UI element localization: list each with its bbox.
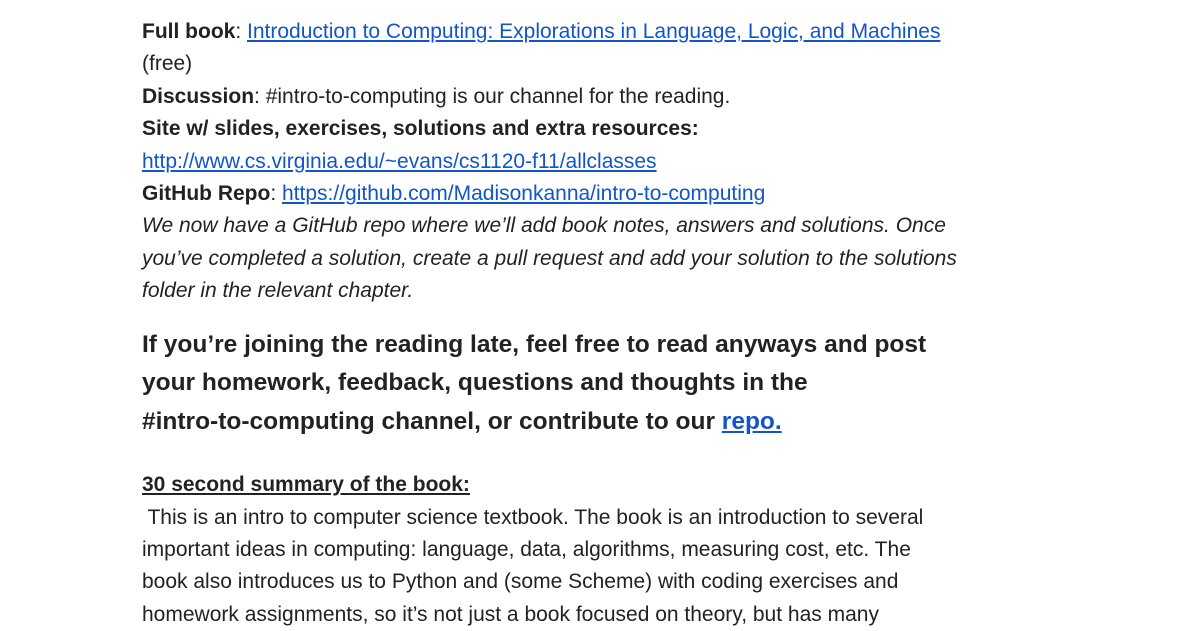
discussion-text: : #intro-to-computing is our channel for… <box>254 84 731 108</box>
github-note-line: folder in the relevant chapter. <box>142 279 414 303</box>
document-body: Full book: Introduction to Computing: Ex… <box>142 16 1082 631</box>
summary-line: important ideas in computing: language, … <box>142 537 911 561</box>
joining-line: #intro-to-computing channel, or contribu… <box>142 403 1082 442</box>
repo-link[interactable]: repo. <box>722 408 782 435</box>
site-link[interactable]: http://www.cs.virginia.edu/~evans/cs1120… <box>142 150 657 173</box>
full-book-link[interactable]: Introduction to Computing: Explorations … <box>247 20 940 43</box>
summary-line: This is an intro to computer science tex… <box>142 505 924 529</box>
joining-line: your homework, feedback, questions and t… <box>142 369 808 397</box>
github-note-line: We now have a GitHub repo where we’ll ad… <box>142 214 946 238</box>
free-note: (free) <box>142 52 193 76</box>
joining-line: If you’re joining the reading late, feel… <box>142 330 927 358</box>
full-book-line: Full book: Introduction to Computing: Ex… <box>142 20 941 43</box>
joining-last-text: #intro-to-computing channel, or contribu… <box>142 407 722 435</box>
full-book-label: Full book <box>142 20 236 43</box>
github-line: GitHub Repo: https://github.com/Madisonk… <box>142 182 766 206</box>
site-link-line: http://www.cs.virginia.edu/~evans/cs1120… <box>142 146 1082 178</box>
discussion-label: Discussion <box>142 84 255 108</box>
summary-heading: 30 second summary of the book: <box>142 473 470 497</box>
github-link[interactable]: https://github.com/Madisonkanna/intro-to… <box>282 182 765 205</box>
github-note-line: you’ve completed a solution, create a pu… <box>142 246 957 270</box>
github-label: GitHub Repo <box>142 182 271 206</box>
joining-paragraph: If you’re joining the reading late, feel… <box>142 326 1082 442</box>
summary-line: book also introduces us to Python and (s… <box>142 570 899 594</box>
site-label: Site w/ slides, exercises, solutions and… <box>142 117 699 141</box>
summary-line: homework assignments, so it’s not just a… <box>142 602 879 626</box>
discussion-line: Discussion: #intro-to-computing is our c… <box>142 81 1082 113</box>
